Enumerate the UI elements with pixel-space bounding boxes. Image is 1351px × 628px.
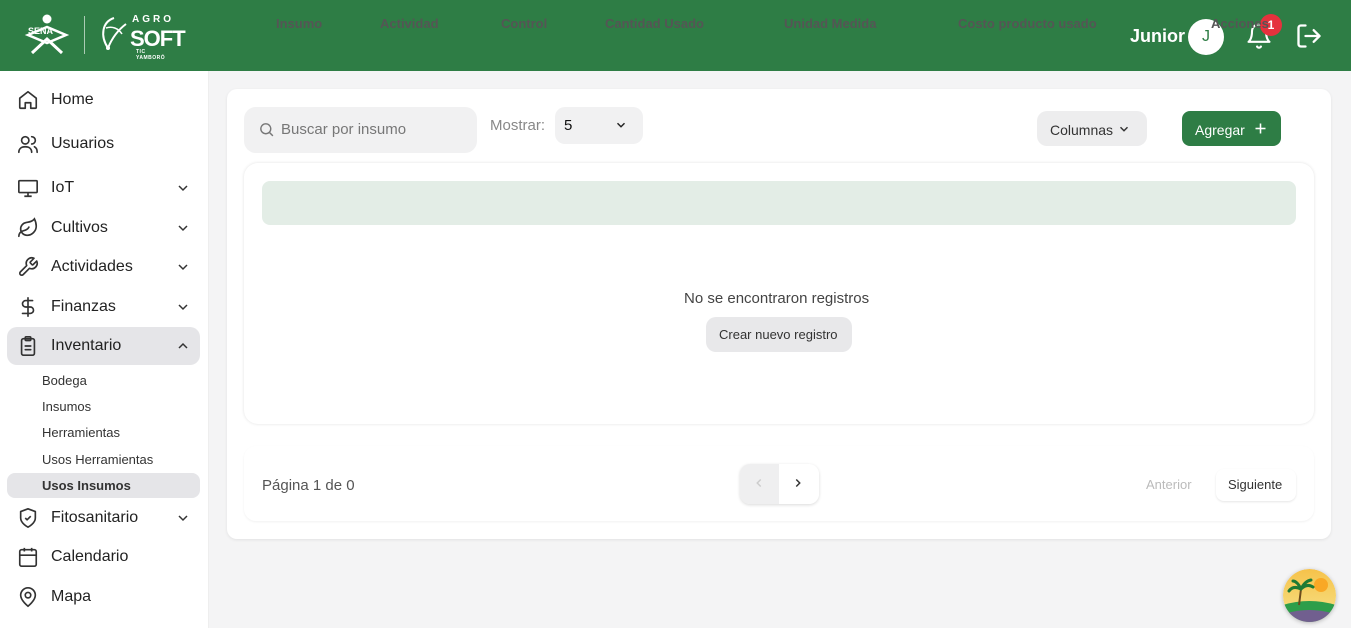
user-name: Junior — [1130, 26, 1186, 46]
agrosoft-leaf-icon — [102, 17, 127, 51]
sidebar-item-cultivos[interactable]: Cultivos — [7, 209, 200, 247]
sidebar-sub-bodega[interactable]: Bodega — [7, 368, 200, 393]
sidebar-item-calendario[interactable]: Calendario — [7, 538, 200, 576]
sidebar-sub-label: Usos Insumos — [42, 478, 131, 493]
siguiente-button[interactable]: Siguiente — [1216, 469, 1296, 501]
anterior-label: Anterior — [1146, 477, 1192, 492]
agregar-label: Agregar — [1195, 122, 1245, 138]
logo-sub-text: TIC YAMBORÓ — [136, 49, 166, 61]
top-header: SENA AGRO SOFT TIC YAMBORÓ Junior J 1 — [0, 0, 1351, 71]
prev-page-button[interactable] — [740, 464, 779, 504]
create-record-label: Crear nuevo registro — [719, 327, 838, 342]
column-header-acciones: Acciones — [1211, 16, 1269, 31]
sidebar-item-label: Calendario — [51, 548, 129, 565]
sidebar-item-home[interactable]: Home — [7, 81, 200, 119]
sena-logo: SENA — [24, 14, 70, 55]
search-placeholder: Buscar por insumo — [281, 121, 407, 138]
agrosoft-logo: AGRO SOFT TIC YAMBORÓ — [96, 12, 186, 61]
sidebar-item-label: Finanzas — [51, 298, 116, 315]
shield-check-icon — [19, 508, 37, 528]
chevron-down-icon — [178, 515, 188, 522]
columnas-label: Columnas — [1050, 122, 1114, 138]
leaf-icon — [18, 217, 38, 238]
page-indicator: Página 1 de 0 — [262, 477, 355, 494]
calendar-icon — [18, 547, 38, 567]
chevron-down-icon — [178, 264, 188, 271]
sidebar-item-iot[interactable]: IoT — [7, 169, 200, 207]
sidebar-sub-herramientas[interactable]: Herramientas — [7, 420, 200, 445]
column-header-unidad-medida[interactable]: Unidad Medida — [784, 16, 876, 31]
logout-icon[interactable] — [1295, 22, 1323, 50]
chevron-down-icon — [178, 225, 188, 232]
siguiente-label: Siguiente — [1228, 477, 1283, 492]
map-pin-icon — [19, 587, 37, 608]
column-header-insumo[interactable]: Insumo — [276, 16, 322, 31]
avatar-initial: J — [1202, 28, 1210, 45]
logo-divider — [84, 16, 85, 54]
column-header-control[interactable]: Control — [501, 16, 547, 31]
mostrar-label: Mostrar: — [490, 117, 546, 134]
sidebar-item-inventario[interactable]: Inventario — [7, 327, 200, 365]
sidebar-item-label: Mapa — [51, 588, 92, 605]
create-record-button[interactable]: Crear nuevo registro — [706, 317, 852, 352]
clipboard-icon — [20, 336, 36, 356]
sidebar-item-actividades[interactable]: Actividades — [7, 248, 200, 286]
sidebar-sub-label: Bodega — [42, 373, 87, 388]
monitor-icon — [18, 179, 38, 198]
chevron-down-icon — [178, 185, 188, 192]
plus-icon — [1255, 123, 1266, 134]
sidebar-sub-usos-herramientas[interactable]: Usos Herramientas — [7, 447, 200, 472]
sidebar-item-fitosanitario[interactable]: Fitosanitario — [7, 499, 200, 537]
column-header-cantidad-usado[interactable]: Cantidad Usado — [605, 16, 704, 31]
sidebar-item-label: IoT — [51, 179, 75, 196]
table-header — [262, 181, 1296, 225]
sidebar-sub-label: Usos Herramientas — [42, 452, 154, 467]
chevron-right-icon — [795, 478, 801, 488]
next-page-button[interactable] — [779, 464, 819, 504]
sidebar-item-usuarios[interactable]: Usuarios — [7, 125, 200, 163]
sena-logo-text: SENA — [28, 26, 54, 36]
chevron-up-icon — [178, 342, 188, 349]
sidebar-sub-insumos[interactable]: Insumos — [7, 394, 200, 419]
column-header-actividad[interactable]: Actividad — [380, 16, 439, 31]
chevron-down-icon — [616, 122, 626, 128]
sidebar-item-finanzas[interactable]: Finanzas — [7, 288, 200, 326]
dollar-icon — [21, 297, 35, 317]
mostrar-value: 5 — [564, 117, 573, 134]
sidebar-item-label: Fitosanitario — [51, 509, 139, 526]
search-input[interactable]: Buscar por insumo — [244, 107, 477, 153]
sidebar-sub-label: Insumos — [42, 399, 92, 414]
anterior-button[interactable]: Anterior — [1133, 469, 1207, 501]
search-icon — [260, 123, 274, 137]
home-icon — [18, 90, 38, 110]
logo-agro-text: AGRO — [132, 14, 174, 25]
sidebar-item-label: Home — [51, 91, 94, 108]
agregar-button[interactable]: Agregar — [1182, 111, 1281, 146]
column-header-costo-producto-usado[interactable]: Costo producto usado — [958, 16, 1097, 31]
sidebar-sub-usos-insumos[interactable]: Usos Insumos — [7, 473, 200, 498]
chevron-down-icon — [178, 304, 188, 311]
empty-message: No se encontraron registros — [684, 290, 870, 307]
sidebar-item-mapa[interactable]: Mapa — [7, 578, 200, 616]
sidebar-sub-label: Herramientas — [42, 425, 121, 440]
chevron-down-icon — [1119, 126, 1129, 132]
sidebar-item-label: Actividades — [51, 258, 133, 275]
weather-widget-icon[interactable] — [1283, 569, 1336, 622]
sidebar-item-label: Cultivos — [51, 219, 108, 236]
users-icon — [18, 135, 38, 154]
wrench-icon — [19, 257, 38, 276]
sidebar-item-label: Usuarios — [51, 135, 115, 152]
mostrar-select[interactable]: 5 — [555, 107, 643, 144]
columnas-button[interactable]: Columnas — [1037, 111, 1147, 146]
chevron-left-icon — [756, 478, 762, 488]
sidebar-item-label: Inventario — [51, 337, 122, 354]
